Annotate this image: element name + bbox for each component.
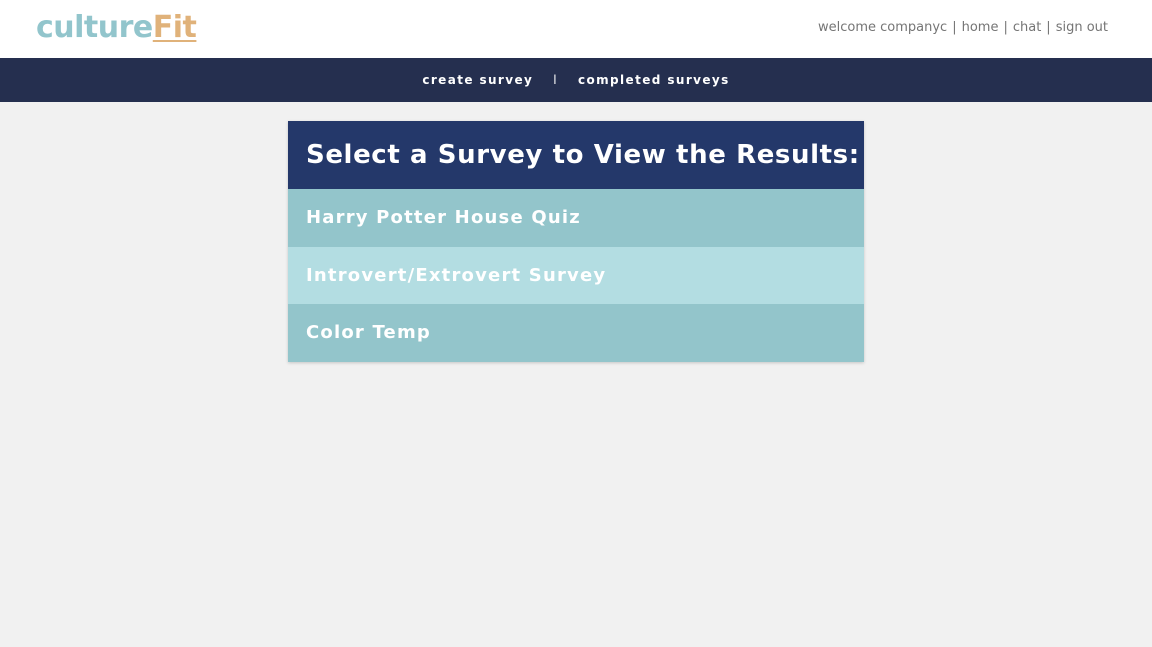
main-navbar: create survey l completed surveys xyxy=(0,58,1152,102)
user-nav-separator: | xyxy=(1003,20,1008,35)
user-nav: welcome companyc | home | chat | sign out xyxy=(818,19,1108,37)
user-nav-separator: | xyxy=(952,20,957,35)
nav-divider: l xyxy=(553,73,558,87)
completed-surveys-link[interactable]: completed surveys xyxy=(578,73,730,87)
logo-culture-text: culture xyxy=(36,10,153,45)
survey-item-harry-potter[interactable]: Harry Potter House Quiz xyxy=(288,189,864,247)
logo-fit-text: Fit xyxy=(152,10,197,45)
welcome-text: welcome companyc xyxy=(818,20,948,35)
sign-out-link[interactable]: sign out xyxy=(1056,20,1108,35)
main-nav-links: create survey l completed surveys xyxy=(0,72,1152,88)
panel-title: Select a Survey to View the Results: xyxy=(288,121,864,189)
chat-link[interactable]: chat xyxy=(1013,20,1041,35)
survey-item-introvert-extrovert[interactable]: Introvert/Extrovert Survey xyxy=(288,246,864,304)
create-survey-link[interactable]: create survey xyxy=(422,73,533,87)
survey-results-panel: Select a Survey to View the Results: Har… xyxy=(288,121,864,362)
survey-item-color-temp[interactable]: Color Temp xyxy=(288,304,864,362)
home-link[interactable]: home xyxy=(962,20,999,35)
culturefit-logo[interactable]: cultureFit xyxy=(36,10,197,46)
user-nav-separator: | xyxy=(1046,20,1051,35)
top-header: cultureFit welcome companyc | home | chat | si… xyxy=(0,0,1152,58)
